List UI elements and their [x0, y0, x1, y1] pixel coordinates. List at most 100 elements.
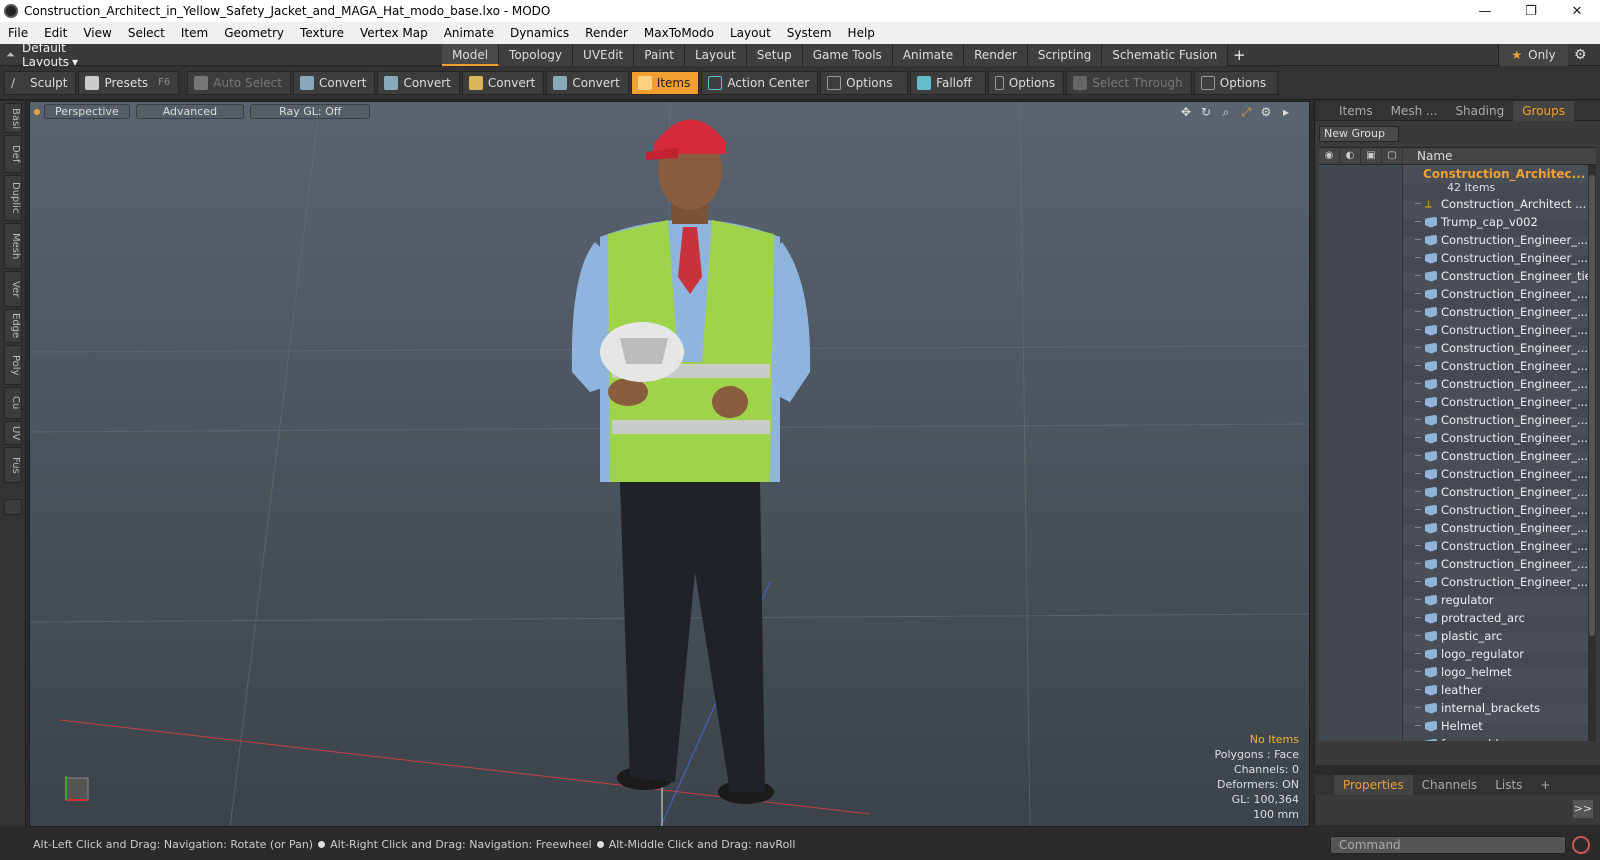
left-tab-fusion[interactable]: Fus: [4, 447, 22, 483]
list-item[interactable]: logo_regulator: [1319, 645, 1596, 663]
items-mode-button[interactable]: Items: [630, 70, 700, 95]
convert-polygons-button[interactable]: Convert: [461, 70, 545, 95]
tab-animate[interactable]: Animate: [892, 44, 965, 66]
menu-layout[interactable]: Layout: [722, 26, 779, 40]
list-scrollbar[interactable]: [1588, 165, 1596, 741]
layouts-dropdown[interactable]: Default Layouts: [0, 41, 130, 69]
raygl-toggle[interactable]: Ray GL: Off: [250, 104, 371, 119]
gear-icon[interactable]: ⚙: [1574, 47, 1587, 63]
action-center-button[interactable]: Action Center: [701, 70, 819, 95]
falloff-button[interactable]: Falloff: [910, 70, 987, 95]
menu-render[interactable]: Render: [577, 26, 636, 40]
fit-icon[interactable]: ⤢: [1239, 105, 1253, 119]
only-toggle[interactable]: ★ Only: [1498, 44, 1568, 66]
select-icon[interactable]: ▢: [1382, 147, 1403, 165]
tab-paint[interactable]: Paint: [634, 44, 685, 66]
minimize-button[interactable]: —: [1462, 0, 1508, 22]
convert-materials-button[interactable]: Convert: [546, 70, 629, 95]
select-options-button[interactable]: Options: [1193, 70, 1278, 95]
menu-animate[interactable]: Animate: [436, 26, 502, 40]
list-item[interactable]: Construction_Engineer_...: [1319, 501, 1596, 519]
falloff-options-button[interactable]: Options: [988, 70, 1065, 95]
add-tab-icon[interactable]: +: [1531, 775, 1559, 795]
tab-items[interactable]: Items: [1315, 101, 1382, 121]
sculpt-button[interactable]: ∕ Sculpt: [4, 70, 77, 95]
action-center-options-button[interactable]: Options: [820, 70, 909, 95]
list-item[interactable]: Construction_Engineer_...: [1319, 555, 1596, 573]
list-item[interactable]: Construction_Engineer_...: [1319, 285, 1596, 303]
tab-topology[interactable]: Topology: [499, 44, 574, 66]
scrollbar-thumb[interactable]: [1589, 175, 1595, 636]
presets-button[interactable]: Presets F6: [78, 70, 180, 95]
auto-select-button[interactable]: Auto Select: [187, 70, 291, 95]
left-tab-deform[interactable]: Def: [4, 135, 22, 173]
list-item[interactable]: Construction_Engineer_...: [1319, 357, 1596, 375]
tab-mesh[interactable]: Mesh ...: [1382, 101, 1447, 121]
list-item[interactable]: protracted_arc: [1319, 609, 1596, 627]
list-item[interactable]: Construction_Engineer_...: [1319, 429, 1596, 447]
expand-button[interactable]: >>: [1573, 800, 1593, 818]
tab-groups[interactable]: Groups: [1513, 100, 1574, 121]
menu-item[interactable]: Item: [173, 26, 216, 40]
list-item[interactable]: Construction_Engineer_...: [1319, 447, 1596, 465]
list-item[interactable]: Helmet: [1319, 717, 1596, 735]
tab-schematic-fusion[interactable]: Schematic Fusion: [1102, 44, 1229, 66]
list-item[interactable]: Construction_Engineer_...: [1319, 339, 1596, 357]
left-tab-uv[interactable]: UV: [4, 421, 22, 445]
list-item[interactable]: Construction_Engineer_...: [1319, 465, 1596, 483]
left-tab-polygon[interactable]: Poly: [4, 345, 22, 385]
menu-file[interactable]: File: [0, 26, 36, 40]
left-tab-expand[interactable]: [4, 499, 22, 515]
menu-view[interactable]: View: [75, 26, 119, 40]
list-item[interactable]: Construction_Engineer_...: [1319, 519, 1596, 537]
tab-setup[interactable]: Setup: [746, 44, 803, 66]
list-item[interactable]: logo_helmet: [1319, 663, 1596, 681]
list-item[interactable]: Trump_cap_v002: [1319, 213, 1596, 231]
visibility-eye-icon[interactable]: ◉: [1319, 147, 1340, 165]
tab-channels[interactable]: Channels: [1413, 775, 1487, 795]
list-item[interactable]: ⟂ Construction_Architect ...: [1319, 195, 1596, 213]
tab-layout[interactable]: Layout: [684, 44, 747, 66]
tab-uvedit[interactable]: UVEdit: [573, 44, 635, 66]
command-input[interactable]: Command: [1330, 836, 1566, 854]
render-icon[interactable]: ◐: [1340, 147, 1361, 165]
list-item[interactable]: Construction_Engineer_...: [1319, 375, 1596, 393]
list-item[interactable]: Construction_Engineer_...: [1319, 411, 1596, 429]
tab-shading[interactable]: Shading: [1446, 101, 1513, 121]
list-item[interactable]: Construction_Engineer_...: [1319, 321, 1596, 339]
list-item[interactable]: regulator: [1319, 591, 1596, 609]
rotate-icon[interactable]: ↻: [1199, 105, 1213, 119]
convert-vertices-button[interactable]: Convert: [292, 70, 376, 95]
viewport-settings-icon[interactable]: ⚙: [1259, 105, 1273, 119]
convert-edges-button[interactable]: Convert: [377, 70, 460, 95]
new-group-button[interactable]: New Group: [1319, 126, 1399, 142]
tab-scripting[interactable]: Scripting: [1027, 44, 1103, 66]
group-row[interactable]: Construction_Architec... 42 Items: [1319, 165, 1596, 195]
3d-viewport[interactable]: Perspective Advanced Ray GL: Off ✥ ↻ ⌕ ⤢…: [29, 101, 1310, 827]
zoom-icon[interactable]: ⌕: [1219, 105, 1233, 119]
menu-dynamics[interactable]: Dynamics: [502, 26, 577, 40]
character-model[interactable]: [550, 102, 830, 827]
menu-help[interactable]: Help: [840, 26, 883, 40]
view-type-dropdown[interactable]: Perspective: [44, 104, 130, 119]
group-list[interactable]: Construction_Architec... 42 Items ⟂ Const…: [1319, 165, 1596, 741]
menu-geometry[interactable]: Geometry: [216, 26, 292, 40]
select-through-button[interactable]: Select Through: [1066, 70, 1192, 95]
pan-icon[interactable]: ✥: [1179, 105, 1193, 119]
lock-icon[interactable]: ▣: [1361, 147, 1382, 165]
tab-lists[interactable]: Lists: [1486, 775, 1531, 795]
add-tab-icon[interactable]: +: [1228, 44, 1250, 66]
tab-properties[interactable]: Properties: [1334, 775, 1413, 795]
left-tab-duplicate[interactable]: Duplic: [4, 175, 22, 221]
list-item[interactable]: Construction_Engineer_...: [1319, 303, 1596, 321]
shading-mode-dropdown[interactable]: Advanced: [135, 104, 245, 119]
menu-maxtomodo[interactable]: MaxToModo: [636, 26, 722, 40]
left-tab-vertex[interactable]: Ver: [4, 271, 22, 307]
list-item[interactable]: Construction_Engineer_tie: [1319, 267, 1596, 285]
list-item[interactable]: leather: [1319, 681, 1596, 699]
list-item[interactable]: foam_rubber: [1319, 735, 1596, 741]
list-item[interactable]: Construction_Engineer_...: [1319, 393, 1596, 411]
menu-select[interactable]: Select: [120, 26, 173, 40]
name-column-header[interactable]: Name: [1403, 149, 1452, 163]
list-item[interactable]: Construction_Engineer_...: [1319, 537, 1596, 555]
